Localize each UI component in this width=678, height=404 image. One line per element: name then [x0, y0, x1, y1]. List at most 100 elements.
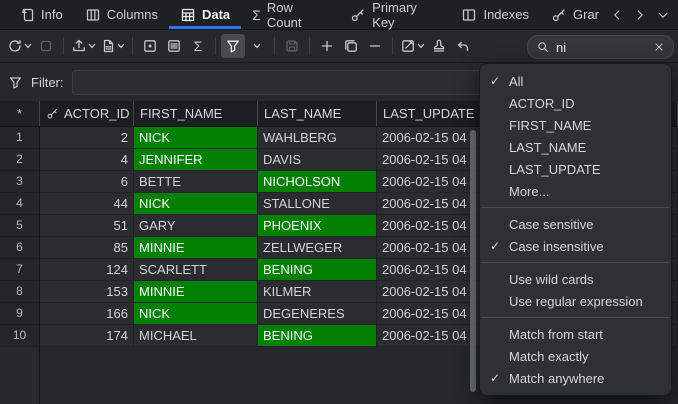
- cell-actor-id[interactable]: 166: [40, 303, 134, 325]
- add-row-button[interactable]: [315, 34, 339, 58]
- cell-first-name[interactable]: JENNIFER: [134, 149, 258, 171]
- menu-item-last-name[interactable]: ✓ LAST_NAME: [480, 136, 671, 158]
- chevron-down-icon: [253, 42, 261, 50]
- cell-first-name[interactable]: SCARLETT: [134, 259, 258, 281]
- edit-cell-button[interactable]: [398, 34, 427, 58]
- row-number[interactable]: 4: [0, 193, 40, 215]
- row-number[interactable]: 5: [0, 215, 40, 237]
- cell-last-name[interactable]: DAVIS: [258, 149, 377, 171]
- cell-actor-id[interactable]: 4: [40, 149, 134, 171]
- tab-grants[interactable]: Grar: [540, 0, 610, 29]
- menu-item-match-anywhere[interactable]: ✓ Match anywhere: [480, 367, 671, 389]
- scroll-icon: [19, 7, 35, 23]
- tab-label: Indexes: [483, 7, 529, 22]
- aggregate-button[interactable]: Σ: [186, 34, 210, 58]
- script-file-button[interactable]: [98, 34, 127, 58]
- cell-first-name[interactable]: NICK: [134, 127, 258, 149]
- tab-columns[interactable]: Columns: [74, 0, 169, 29]
- duplicate-row-button[interactable]: [339, 34, 363, 58]
- cell-actor-id[interactable]: 124: [40, 259, 134, 281]
- menu-item-match-exactly[interactable]: ✓ Match exactly: [480, 345, 671, 367]
- menu-item-last-update[interactable]: ✓ LAST_UPDATE: [480, 158, 671, 180]
- toolbar-separator: [274, 37, 275, 55]
- menu-item-match-from-start[interactable]: ✓ Match from start: [480, 323, 671, 345]
- cell-first-name[interactable]: MICHAEL: [134, 325, 258, 347]
- filters-button[interactable]: [221, 34, 245, 58]
- menu-item-more[interactable]: ✓ More...: [480, 180, 671, 202]
- menu-item-use-regular-expression[interactable]: ✓ Use regular expression: [480, 290, 671, 312]
- export-button[interactable]: [69, 34, 98, 58]
- menu-item-case-sensitive[interactable]: ✓ Case sensitive: [480, 213, 671, 235]
- save-button[interactable]: [280, 34, 304, 58]
- tab-indexes[interactable]: Indexes: [450, 0, 540, 29]
- cell-actor-id[interactable]: 153: [40, 281, 134, 303]
- cell-first-name[interactable]: MINNIE: [134, 281, 258, 303]
- cell-actor-id[interactable]: 2: [40, 127, 134, 149]
- menu-item-all[interactable]: ✓ All: [480, 70, 671, 92]
- cell-last-name[interactable]: KILMER: [258, 281, 377, 303]
- search-box[interactable]: [527, 35, 674, 59]
- list-icon: [166, 38, 182, 54]
- cell-last-name[interactable]: ZELLWEGER: [258, 237, 377, 259]
- undo-button[interactable]: [451, 34, 475, 58]
- cell-last-name[interactable]: BENING: [258, 325, 377, 347]
- database-editor-window: Info Columns Data Σ Row Count Primary Ke…: [0, 0, 678, 404]
- menu-item-use-wild-cards[interactable]: ✓ Use wild cards: [480, 268, 671, 290]
- grid-mode-button[interactable]: [162, 34, 186, 58]
- menu-item-case-insensitive[interactable]: ✓ Case insensitive: [480, 235, 671, 257]
- row-number[interactable]: 7: [0, 259, 40, 281]
- row-number[interactable]: 1: [0, 127, 40, 149]
- close-icon[interactable]: [653, 41, 665, 53]
- menu-item-actor-id[interactable]: ✓ ACTOR_ID: [480, 92, 671, 114]
- cell-actor-id[interactable]: 85: [40, 237, 134, 259]
- column-header-first-name[interactable]: FIRST_NAME: [134, 101, 258, 126]
- delete-row-button[interactable]: [363, 34, 387, 58]
- chevron-left-icon[interactable]: [610, 8, 624, 22]
- filter-funnel-icon: [225, 38, 241, 54]
- undo-icon: [455, 38, 471, 54]
- record-mode-button[interactable]: [138, 34, 162, 58]
- search-input[interactable]: [556, 40, 647, 55]
- filters-dropdown-button[interactable]: [245, 34, 269, 58]
- cell-last-name[interactable]: NICHOLSON: [258, 171, 377, 193]
- refresh-button[interactable]: [5, 34, 34, 58]
- menu-item-first-name[interactable]: ✓ FIRST_NAME: [480, 114, 671, 136]
- cell-first-name[interactable]: MINNIE: [134, 237, 258, 259]
- cell-first-name[interactable]: GARY: [134, 215, 258, 237]
- cell-last-name[interactable]: STALLONE: [258, 193, 377, 215]
- cell-actor-id[interactable]: 174: [40, 325, 134, 347]
- row-number[interactable]: 3: [0, 171, 40, 193]
- cell-actor-id[interactable]: 44: [40, 193, 134, 215]
- row-number[interactable]: 6: [0, 237, 40, 259]
- cell-first-name[interactable]: NICK: [134, 193, 258, 215]
- chevron-right-icon[interactable]: [633, 8, 647, 22]
- column-header-actor-id[interactable]: ACTOR_ID ˆ 1: [40, 101, 134, 126]
- cell-first-name[interactable]: BETTE: [134, 171, 258, 193]
- tab-row-count[interactable]: Σ Row Count: [241, 0, 339, 29]
- column-header-last-name[interactable]: LAST_NAME: [258, 101, 377, 126]
- cell-actor-id[interactable]: 51: [40, 215, 134, 237]
- chevron-down-icon[interactable]: [656, 8, 670, 22]
- tab-data[interactable]: Data: [169, 0, 241, 29]
- row-number[interactable]: 9: [0, 303, 40, 325]
- chevron-down-icon: [417, 42, 425, 50]
- tab-info[interactable]: Info: [8, 0, 74, 29]
- save-icon: [284, 38, 300, 54]
- column-label: LAST_NAME: [264, 106, 341, 121]
- cell-last-name[interactable]: PHOENIX: [258, 215, 377, 237]
- sigma-icon: Σ: [194, 39, 203, 53]
- cell-actor-id[interactable]: 6: [40, 171, 134, 193]
- cell-last-name[interactable]: WAHLBERG: [258, 127, 377, 149]
- tab-primary-key[interactable]: Primary Key: [339, 0, 450, 29]
- row-number[interactable]: 10: [0, 325, 40, 347]
- stop-button[interactable]: [34, 34, 58, 58]
- apply-stamp-button[interactable]: [427, 34, 451, 58]
- cell-first-name[interactable]: NICK: [134, 303, 258, 325]
- editor-tab-bar: Info Columns Data Σ Row Count Primary Ke…: [0, 0, 678, 30]
- select-all-corner[interactable]: *: [0, 101, 40, 126]
- vertical-scrollbar[interactable]: [470, 130, 476, 392]
- cell-last-name[interactable]: DEGENERES: [258, 303, 377, 325]
- cell-last-name[interactable]: BENING: [258, 259, 377, 281]
- row-number[interactable]: 2: [0, 149, 40, 171]
- row-number[interactable]: 8: [0, 281, 40, 303]
